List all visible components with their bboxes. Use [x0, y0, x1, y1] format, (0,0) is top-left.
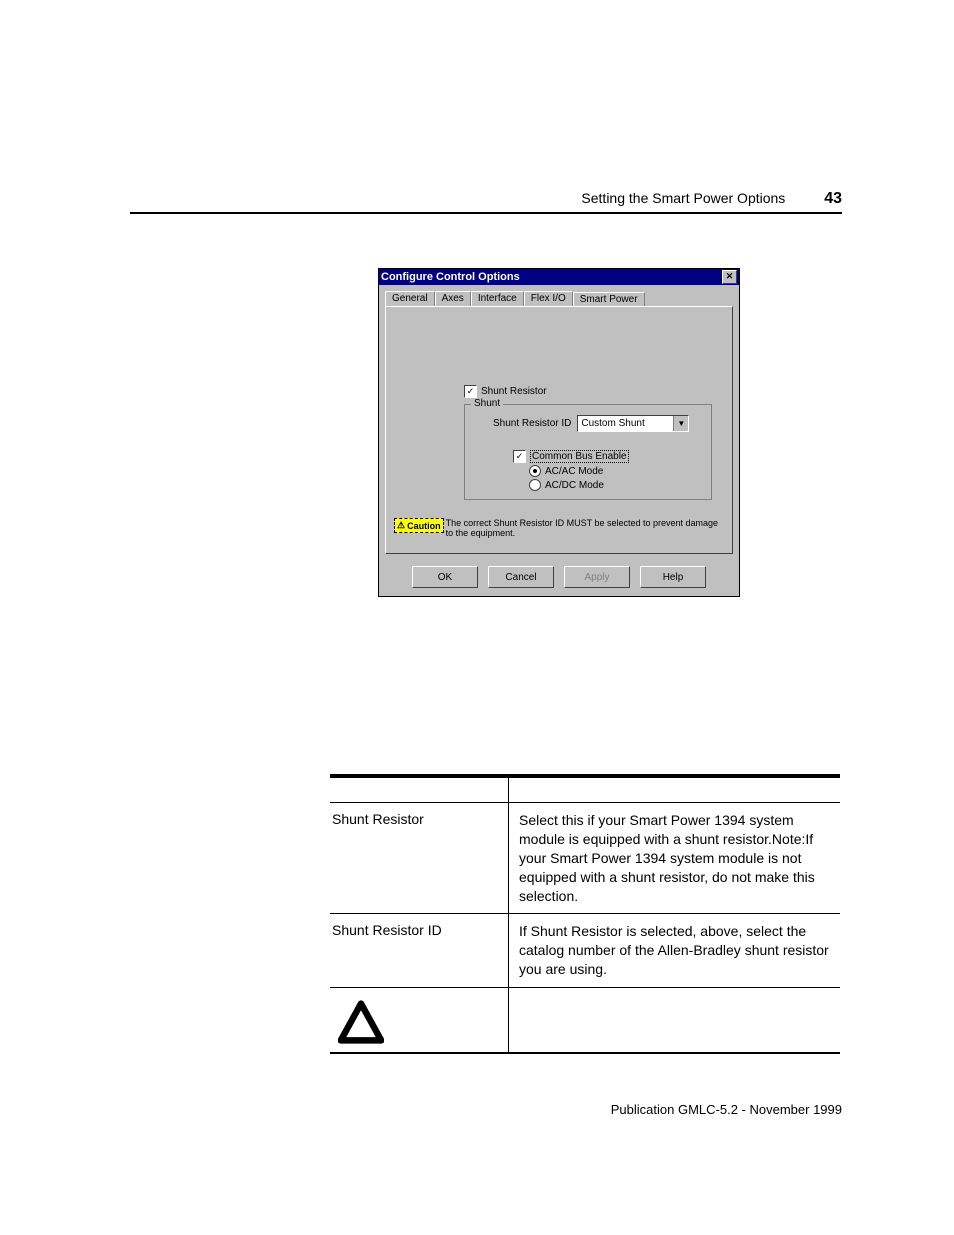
attention-triangle-icon [338, 1000, 384, 1044]
dialog-titlebar: Configure Control Options ✕ [379, 269, 739, 285]
tab-general[interactable]: General [385, 291, 435, 306]
publication-footer: Publication GMLC-5.2 - November 1999 [611, 1102, 842, 1117]
header-rule [130, 212, 842, 214]
radio-ac-ac-mode-label: AC/AC Mode [545, 466, 603, 477]
dialog-tabbar: General Axes Interface Flex I/O Smart Po… [385, 291, 733, 306]
dialog-title: Configure Control Options [381, 271, 520, 283]
close-icon[interactable]: ✕ [722, 270, 737, 284]
help-button[interactable]: Help [640, 566, 706, 588]
table-cell-desc: Select this if your Smart Power 1394 sys… [509, 803, 840, 913]
table-row: Shunt Resistor ID If Shunt Resistor is s… [330, 913, 840, 987]
shunt-resistor-id-label: Shunt Resistor ID [493, 418, 571, 429]
radio-ac-dc-mode[interactable] [529, 479, 541, 491]
table-cell-field: Shunt Resistor [330, 803, 509, 913]
shunt-resistor-id-combo[interactable]: Custom Shunt ▼ [577, 415, 689, 432]
cancel-button[interactable]: Cancel [488, 566, 554, 588]
groupbox-shunt: Shunt Shunt Resistor ID Custom Shunt ▼ ✓… [464, 404, 712, 500]
tab-interface[interactable]: Interface [471, 291, 524, 306]
tab-axes[interactable]: Axes [435, 291, 471, 306]
radio-ac-dc-mode-label: AC/DC Mode [545, 480, 604, 491]
shunt-resistor-id-value: Custom Shunt [578, 418, 673, 429]
ok-button[interactable]: OK [412, 566, 478, 588]
warning-icon: ⚠ [397, 520, 405, 531]
chevron-down-icon[interactable]: ▼ [673, 416, 688, 431]
page-header-title: Setting the Smart Power Options [581, 190, 785, 206]
tab-panel-smart-power: ✓ Shunt Resistor Shunt Shunt Resistor ID… [385, 306, 733, 554]
caution-badge: ⚠ Caution [394, 518, 444, 533]
checkbox-common-bus-enable-label: Common Bus Enable [530, 450, 629, 463]
radio-ac-ac-mode[interactable] [529, 465, 541, 477]
dialog-configure-control-options: Configure Control Options ✕ General Axes… [378, 268, 740, 597]
page-number: 43 [824, 190, 842, 207]
tab-smart-power[interactable]: Smart Power [573, 292, 645, 307]
options-table: Shunt Resistor Select this if your Smart… [330, 774, 840, 1054]
checkbox-common-bus-enable[interactable]: ✓ [513, 450, 526, 463]
caution-text: The correct Shunt Resistor ID MUST be se… [446, 518, 724, 538]
checkbox-shunt-resistor-label: Shunt Resistor [481, 386, 547, 397]
table-cell-field: Shunt Resistor ID [330, 914, 509, 987]
table-row: Shunt Resistor Select this if your Smart… [330, 802, 840, 913]
table-row [330, 987, 840, 1052]
checkbox-shunt-resistor[interactable]: ✓ [464, 385, 477, 398]
caution-badge-label: Caution [407, 521, 441, 531]
groupbox-shunt-legend: Shunt [471, 398, 503, 409]
table-cell-desc: If Shunt Resistor is selected, above, se… [509, 914, 840, 987]
apply-button[interactable]: Apply [564, 566, 630, 588]
tab-flex-io[interactable]: Flex I/O [524, 291, 573, 306]
